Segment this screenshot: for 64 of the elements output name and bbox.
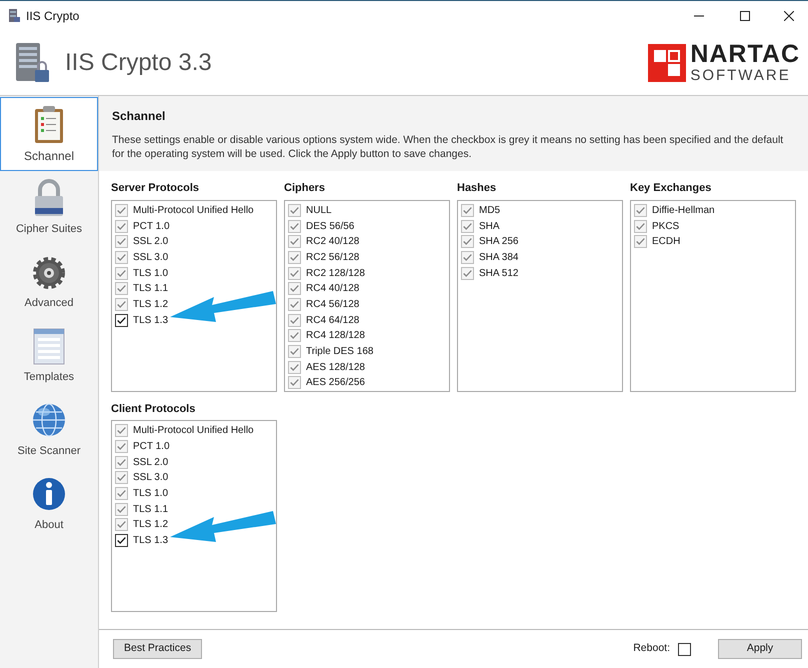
checkbox-label: RC2 56/128 [306, 250, 360, 265]
group-heading: Ciphers [284, 181, 326, 196]
logo-subtext: SOFTWARE [690, 68, 792, 83]
sidebar-item[interactable]: Schannel [0, 97, 98, 171]
checkbox-label: DES 56/56 [306, 220, 354, 234]
checkbox-label: Multi-Protocol Unified Hello [133, 424, 254, 438]
reboot-checkbox[interactable] [678, 642, 691, 656]
apply-button[interactable]: Apply [718, 639, 802, 659]
server-icon [13, 42, 51, 84]
checkbox-label: ECDH [652, 235, 680, 250]
window-title: IIS Crypto [26, 8, 80, 24]
checkbox-label: TLS 1.1 [133, 502, 168, 517]
checkbox[interactable] [115, 314, 128, 327]
sidebar-item[interactable]: Site Scanner [0, 393, 98, 467]
checkbox-label: RC2 128/128 [306, 266, 365, 281]
checkbox-label: SHA 384 [479, 250, 518, 265]
group-heading: Client Protocols [111, 402, 196, 416]
group-heading: Key Exchanges [630, 181, 712, 196]
checkbox-label: TLS 1.2 [133, 298, 168, 312]
checkbox-label: Triple DES 168 [306, 345, 374, 360]
checkbox-label: RC4 128/128 [306, 329, 365, 344]
checkbox-label: MD5 [479, 204, 500, 218]
checkbox-label: SSL 3.0 [133, 250, 168, 265]
best-practices-button[interactable]: Best Practices [113, 639, 202, 659]
checkbox-label: PCT 1.0 [133, 440, 170, 454]
section-title: Schannel [112, 108, 166, 125]
checkbox-label: RC4 56/128 [306, 298, 360, 312]
checkbox-label: RC2 40/128 [306, 235, 360, 250]
checkbox-label: AES 256/256 [306, 376, 365, 390]
checkbox-label: NULL [306, 204, 332, 218]
checkbox-label: Diffie-Hellman [652, 204, 715, 218]
group-heading: Server Protocols [111, 181, 200, 196]
checkbox-label: AES 128/128 [306, 360, 365, 375]
app-icon [8, 8, 20, 22]
sidebar-item[interactable]: Templates [0, 319, 98, 393]
checkbox-label: RC4 64/128 [306, 314, 360, 328]
checkbox-label: RC4 40/128 [306, 282, 360, 296]
checkbox[interactable] [115, 534, 128, 548]
checkbox-label: TLS 1.3 [133, 314, 168, 328]
logo-text: NARTAC [690, 42, 800, 67]
checkbox-label: SSL 2.0 [133, 235, 168, 250]
checkbox-label: SHA 256 [479, 235, 518, 250]
checkbox-label: TLS 1.1 [133, 282, 168, 296]
sidebar-item[interactable]: About [0, 467, 98, 541]
checkbox-label: TLS 1.3 [133, 534, 168, 548]
checkbox-label: SSL 2.0 [133, 456, 168, 470]
checkbox-label: TLS 1.0 [133, 487, 168, 502]
sidebar-item[interactable]: Advanced [0, 245, 98, 319]
checkbox-label: SSL 3.0 [133, 471, 168, 486]
checkbox-label: PKCS [652, 220, 680, 234]
logo-icon [648, 44, 686, 82]
app-title: IIS Crypto 3.3 [65, 48, 212, 78]
close-icon[interactable] [784, 10, 794, 20]
checkbox-label: TLS 1.2 [133, 518, 168, 532]
checkbox-label: SHA 512 [479, 266, 518, 281]
checkbox-label: Multi-Protocol Unified Hello [133, 204, 254, 218]
maximize-icon[interactable] [740, 10, 750, 20]
checkbox-label: PCT 1.0 [133, 220, 170, 234]
checkbox-label: TLS 1.0 [133, 266, 168, 281]
reboot-label: Reboot: [633, 641, 670, 656]
group-heading: Hashes [457, 181, 498, 196]
checkbox-label: SHA [479, 220, 500, 234]
sidebar-item[interactable]: Cipher Suites [0, 171, 98, 245]
section-description: These settings enable or disable various options system wide. When the checkbox is grey it means no setting has been specified and the default for the operating system will be used. Click the Apply button to save changes. [112, 133, 784, 161]
